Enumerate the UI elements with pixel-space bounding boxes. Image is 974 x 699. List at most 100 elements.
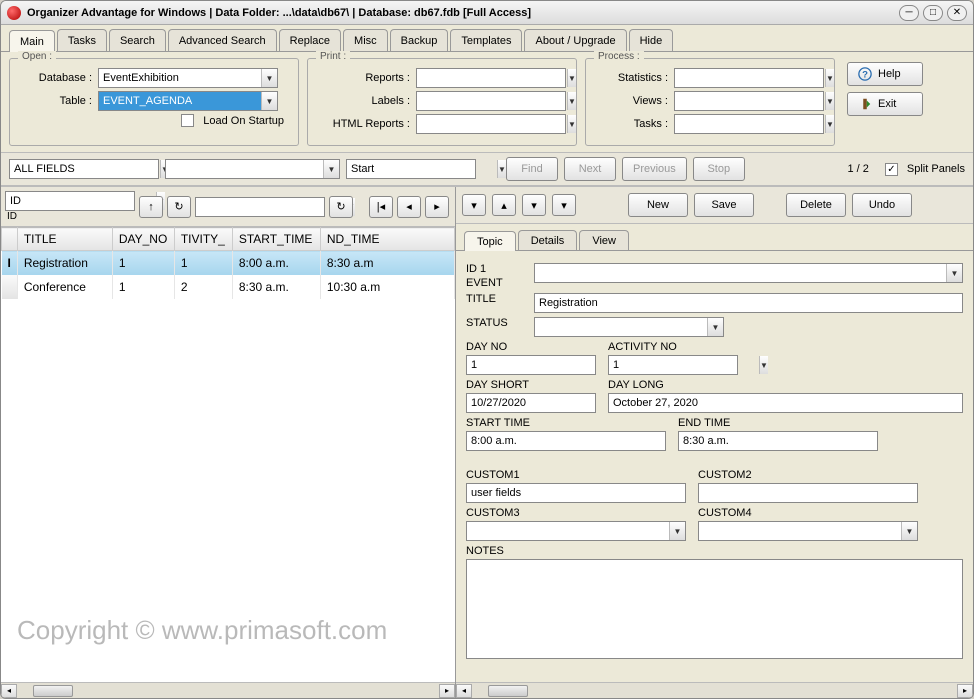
exit-button[interactable]: Exit <box>847 92 923 116</box>
dropdown-arrow-icon[interactable]: ▼ <box>323 160 339 178</box>
undo-button[interactable]: Undo <box>852 193 912 217</box>
tasks-combo[interactable]: ▼ <box>674 114 824 134</box>
dropdown-arrow-icon[interactable]: ▼ <box>825 115 834 133</box>
title-input[interactable] <box>534 293 963 313</box>
reports-combo[interactable]: ▼ <box>416 68 566 88</box>
dropdown-arrow-icon[interactable]: ▼ <box>567 69 576 87</box>
tab-templates[interactable]: Templates <box>450 29 522 51</box>
grid-col-dayno[interactable]: DAY_NO <box>112 228 174 251</box>
tab-backup[interactable]: Backup <box>390 29 449 51</box>
save-button[interactable]: Save <box>694 193 754 217</box>
start-time-input[interactable] <box>466 431 666 451</box>
filter-value-combo[interactable]: ▼ <box>165 159 340 179</box>
views-combo[interactable]: ▼ <box>674 91 824 111</box>
dropdown-arrow-icon[interactable]: ▼ <box>901 522 917 540</box>
dropdown-arrow-icon[interactable]: ▼ <box>261 69 277 87</box>
maximize-button[interactable]: □ <box>923 5 943 21</box>
collapse-all-button[interactable]: ▾ <box>462 194 486 216</box>
previous-button[interactable]: Previous <box>622 157 687 181</box>
table-combo[interactable]: ▼ <box>98 91 278 111</box>
right-hscrollbar[interactable]: ◂ ▸ <box>456 682 973 698</box>
nav-prev-button[interactable]: ◂ <box>397 196 421 218</box>
tab-tasks[interactable]: Tasks <box>57 29 107 51</box>
subtab-details[interactable]: Details <box>518 230 578 250</box>
scroll-thumb[interactable] <box>33 685 73 697</box>
notes-textarea[interactable] <box>466 559 963 659</box>
day-short-combo[interactable]: ▼ <box>466 393 596 413</box>
stop-button[interactable]: Stop <box>693 157 745 181</box>
custom2-input[interactable] <box>698 483 918 503</box>
move-down-button[interactable]: ▾ <box>522 194 546 216</box>
custom4-combo[interactable]: ▼ <box>698 521 918 541</box>
minimize-button[interactable]: ─ <box>899 5 919 21</box>
close-button[interactable]: ✕ <box>947 5 967 21</box>
expand-button[interactable]: ▾ <box>552 194 576 216</box>
dropdown-arrow-icon[interactable]: ▼ <box>669 522 685 540</box>
sort-col1-combo[interactable]: ▼ <box>5 191 135 211</box>
scroll-left-icon[interactable]: ◂ <box>1 684 17 698</box>
filter-value-input[interactable] <box>166 163 323 175</box>
database-input[interactable] <box>99 72 261 84</box>
dropdown-arrow-icon[interactable]: ▼ <box>567 92 576 110</box>
database-combo[interactable]: ▼ <box>98 68 278 88</box>
nav-next-button[interactable]: ▸ <box>425 196 449 218</box>
custom1-input[interactable] <box>466 483 686 503</box>
scroll-right-icon[interactable]: ▸ <box>439 684 455 698</box>
sort-refresh2-button[interactable]: ↻ <box>329 196 353 218</box>
tab-replace[interactable]: Replace <box>279 29 341 51</box>
day-long-input[interactable] <box>608 393 963 413</box>
labels-combo[interactable]: ▼ <box>416 91 566 111</box>
dropdown-arrow-icon[interactable]: ▼ <box>707 318 723 336</box>
tab-about[interactable]: About / Upgrade <box>524 29 626 51</box>
tab-main[interactable]: Main <box>9 30 55 52</box>
next-button[interactable]: Next <box>564 157 616 181</box>
end-time-input[interactable] <box>678 431 878 451</box>
left-hscrollbar[interactable]: ◂ ▸ <box>1 682 455 698</box>
scroll-thumb[interactable] <box>488 685 528 697</box>
day-no-combo[interactable]: ▼ <box>466 355 596 375</box>
dropdown-arrow-icon[interactable]: ▼ <box>825 69 834 87</box>
dropdown-arrow-icon[interactable]: ▼ <box>946 264 962 282</box>
filter-field-input[interactable] <box>10 163 160 175</box>
activity-no-combo[interactable]: ▼ <box>608 355 738 375</box>
statistics-combo[interactable]: ▼ <box>674 68 824 88</box>
filter-mode-combo[interactable]: ▼ <box>346 159 476 179</box>
find-button[interactable]: Find <box>506 157 558 181</box>
filter-field-combo[interactable]: ▼ <box>9 159 159 179</box>
sort-asc-button[interactable]: ↑ <box>139 196 163 218</box>
load-on-startup-checkbox[interactable] <box>181 114 194 127</box>
grid-col-start[interactable]: START_TIME <box>232 228 320 251</box>
tab-hide[interactable]: Hide <box>629 29 674 51</box>
help-button[interactable]: ? Help <box>847 62 923 86</box>
table-input[interactable] <box>99 95 261 107</box>
grid-col-end[interactable]: ND_TIME <box>320 228 454 251</box>
dropdown-arrow-icon[interactable]: ▼ <box>825 92 834 110</box>
grid-col-activity[interactable]: TIVITY_ <box>174 228 232 251</box>
html-reports-combo[interactable]: ▼ <box>416 114 566 134</box>
dropdown-arrow-icon[interactable]: ▼ <box>567 115 576 133</box>
nav-first-button[interactable]: |◂ <box>369 196 393 218</box>
move-up-button[interactable]: ▴ <box>492 194 516 216</box>
subtab-view[interactable]: View <box>579 230 629 250</box>
scroll-left-icon[interactable]: ◂ <box>456 684 472 698</box>
tab-search[interactable]: Search <box>109 29 166 51</box>
data-grid[interactable]: TITLE DAY_NO TIVITY_ START_TIME ND_TIME … <box>1 227 455 299</box>
scroll-right-icon[interactable]: ▸ <box>957 684 973 698</box>
new-button[interactable]: New <box>628 193 688 217</box>
event-combo[interactable]: ▼ <box>534 263 963 283</box>
dropdown-arrow-icon[interactable]: ▼ <box>261 92 277 110</box>
table-row[interactable]: Conference 1 2 8:30 a.m. 10:30 a.m <box>2 275 455 299</box>
filter-mode-input[interactable] <box>347 163 497 175</box>
tab-misc[interactable]: Misc <box>343 29 388 51</box>
delete-button[interactable]: Delete <box>786 193 846 217</box>
sort-refresh-button[interactable]: ↻ <box>167 196 191 218</box>
split-panels-checkbox[interactable]: ✓ <box>885 163 898 176</box>
table-row[interactable]: I Registration 1 1 8:00 a.m. 8:30 a.m <box>2 251 455 276</box>
status-combo[interactable]: ▼ <box>534 317 724 337</box>
tab-advanced-search[interactable]: Advanced Search <box>168 29 277 51</box>
dropdown-arrow-icon[interactable]: ▼ <box>759 356 768 374</box>
custom3-combo[interactable]: ▼ <box>466 521 686 541</box>
subtab-topic[interactable]: Topic <box>464 231 516 251</box>
dropdown-arrow-icon[interactable]: ▼ <box>497 160 506 178</box>
grid-col-marker[interactable] <box>2 228 18 251</box>
